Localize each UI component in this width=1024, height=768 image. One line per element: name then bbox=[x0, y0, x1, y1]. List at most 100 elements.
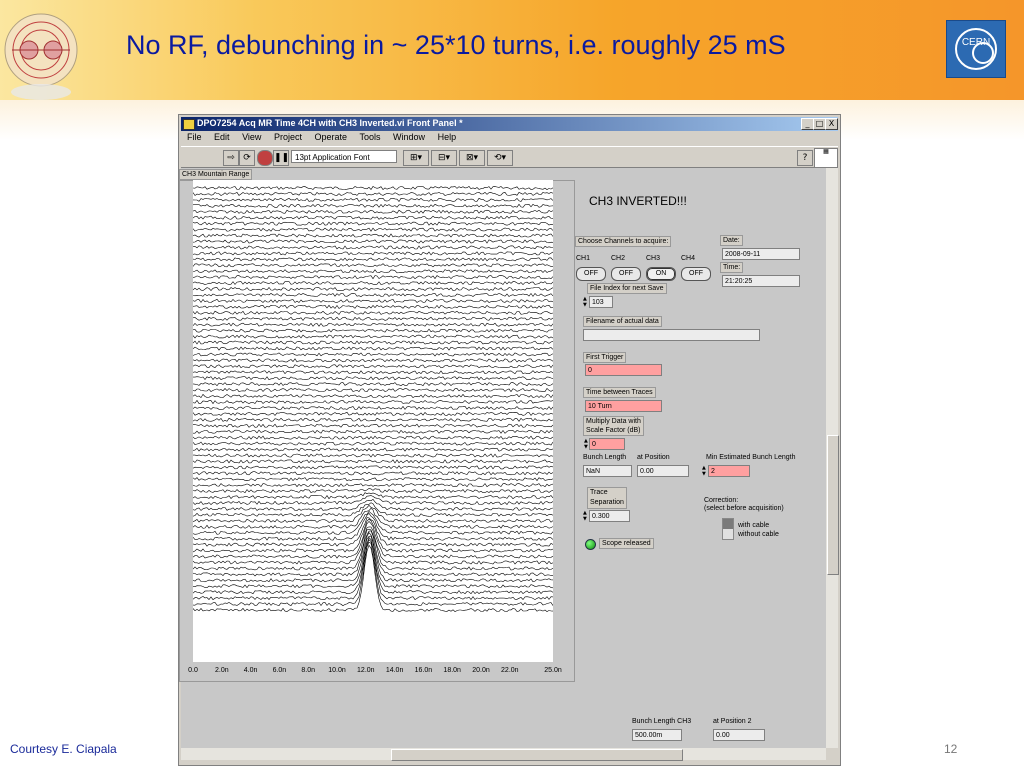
trace-line bbox=[193, 215, 553, 220]
without-cable-label: without cable bbox=[738, 531, 779, 538]
time-label: Time: bbox=[720, 262, 744, 273]
trace-line bbox=[193, 382, 553, 387]
trace-line bbox=[193, 411, 553, 416]
trace-line bbox=[193, 459, 553, 464]
trace-line bbox=[193, 352, 553, 357]
at-position-2-label: at Position 2 bbox=[713, 718, 752, 725]
trace-line bbox=[193, 287, 553, 292]
trace-line bbox=[193, 498, 553, 511]
x-tick-label: 2.0n bbox=[214, 667, 229, 674]
at-position-label: at Position bbox=[637, 454, 670, 461]
correction-slider-knob[interactable] bbox=[723, 519, 733, 529]
slide-title: No RF, debunching in ~ 25*10 turns, i.e.… bbox=[126, 30, 786, 60]
menu-tools[interactable]: Tools bbox=[360, 132, 381, 142]
trace-line bbox=[193, 227, 553, 232]
menu-view[interactable]: View bbox=[242, 132, 261, 142]
vertical-scroll-thumb[interactable] bbox=[827, 435, 839, 575]
trace-line bbox=[193, 197, 553, 203]
first-trigger-label: First Trigger bbox=[583, 352, 627, 363]
pause-icon[interactable]: ❚❚ bbox=[273, 150, 289, 166]
multiply-data-label-line1: Multiply Data with bbox=[586, 418, 641, 425]
ch4-label: CH4 bbox=[681, 255, 696, 262]
trace-separation-label: Trace Separation bbox=[587, 487, 627, 509]
x-tick-label: 22.0n bbox=[501, 667, 519, 674]
multiply-data-field[interactable]: 0 bbox=[589, 438, 625, 450]
trace-line bbox=[193, 435, 553, 440]
file-index-field[interactable]: 103 bbox=[589, 296, 613, 308]
trace-line bbox=[193, 340, 553, 345]
correction-label-line1: Correction: bbox=[704, 497, 739, 504]
window-titlebar[interactable]: DPO7254 Acq MR Time 4CH with CH3 Inverte… bbox=[181, 117, 838, 131]
trace-line bbox=[193, 488, 553, 494]
ch2-toggle-button[interactable]: OFF bbox=[611, 267, 641, 281]
menu-file[interactable]: File bbox=[187, 132, 202, 142]
trace-line bbox=[193, 358, 553, 363]
menu-window[interactable]: Window bbox=[393, 132, 425, 142]
menu-operate[interactable]: Operate bbox=[314, 132, 347, 142]
ch2-label: CH2 bbox=[611, 255, 626, 262]
font-selector[interactable]: 13pt Application Font bbox=[291, 150, 397, 163]
run-arrow-icon[interactable]: ⇨ bbox=[223, 150, 239, 166]
help-icon[interactable]: ? bbox=[797, 150, 813, 166]
trace-line bbox=[193, 483, 553, 488]
menu-help[interactable]: Help bbox=[438, 132, 457, 142]
trace-separation-label-line1: Trace bbox=[590, 489, 608, 496]
x-tick-label: 20.0n bbox=[472, 667, 490, 674]
abort-icon[interactable] bbox=[257, 150, 273, 166]
mountain-range-plot bbox=[193, 180, 553, 662]
min-est-spinner-icon[interactable]: ▲ ▼ bbox=[702, 465, 707, 477]
time-between-traces-label: Time between Traces bbox=[583, 387, 656, 398]
close-button[interactable]: X bbox=[825, 118, 838, 130]
bunch-length-field: NaN bbox=[583, 465, 632, 477]
trace-line bbox=[193, 328, 553, 333]
trace-separation-label-line2: Separation bbox=[590, 499, 624, 506]
trace-line bbox=[193, 292, 553, 297]
correction-slider[interactable] bbox=[722, 518, 734, 540]
distribute-objects-icon[interactable]: ⊟▾ bbox=[431, 150, 457, 166]
multiply-data-label-line2: Scale Factor (dB) bbox=[586, 427, 641, 434]
trace-line bbox=[193, 453, 553, 458]
trace-line bbox=[193, 209, 553, 214]
time-between-traces-field[interactable]: 10 Turn bbox=[585, 400, 662, 412]
ch3-toggle-button[interactable]: ON bbox=[646, 267, 676, 281]
trace-line bbox=[193, 257, 553, 262]
x-tick-label: 14.0n bbox=[385, 667, 404, 674]
resize-objects-icon[interactable]: ⊠▾ bbox=[459, 150, 485, 166]
trace-line bbox=[193, 537, 553, 595]
trace-line bbox=[193, 304, 553, 309]
trace-separation-field[interactable]: 0.300 bbox=[589, 510, 630, 522]
min-est-bunch-length-field[interactable]: 2 bbox=[708, 465, 750, 477]
trace-line bbox=[193, 269, 553, 274]
trace-line bbox=[193, 423, 553, 428]
first-trigger-field[interactable]: 0 bbox=[585, 364, 662, 376]
date-label: Date: bbox=[720, 235, 743, 246]
run-continuous-icon[interactable]: ⟳ bbox=[239, 150, 255, 166]
trace-separation-spinner-icon[interactable]: ▲ ▼ bbox=[583, 510, 588, 522]
toolbar: ⇨ ⟳ ❚❚ 13pt Application Font ⊞▾ ⊟▾ ⊠▾ ⟲▾… bbox=[181, 146, 838, 168]
trace-line bbox=[193, 191, 553, 196]
menu-edit[interactable]: Edit bbox=[214, 132, 230, 142]
ch1-toggle-button[interactable]: OFF bbox=[576, 267, 606, 281]
file-index-spinner-icon[interactable]: ▲ ▼ bbox=[583, 296, 588, 308]
vi-icon bbox=[183, 119, 195, 130]
x-tick-label: 16.0n bbox=[414, 667, 433, 674]
ch4-toggle-button[interactable]: OFF bbox=[681, 267, 711, 281]
align-objects-icon[interactable]: ⊞▾ bbox=[403, 150, 429, 166]
ch3-label: CH3 bbox=[646, 255, 661, 262]
bunch-length-ch3-label: Bunch Length CH3 bbox=[632, 718, 692, 725]
menu-project[interactable]: Project bbox=[274, 132, 302, 142]
x-tick-label: 18.0n bbox=[443, 667, 461, 674]
trace-line bbox=[193, 530, 553, 577]
trace-line bbox=[193, 393, 553, 399]
trace-line bbox=[193, 263, 553, 268]
trace-line bbox=[193, 539, 553, 601]
horizontal-scroll-thumb[interactable] bbox=[391, 749, 683, 761]
reorder-icon[interactable]: ⟲▾ bbox=[487, 150, 513, 166]
cern-logo-text: CERN bbox=[962, 37, 990, 48]
trace-line bbox=[193, 364, 553, 369]
trace-line bbox=[193, 477, 553, 482]
trace-line bbox=[193, 495, 553, 506]
trace-line bbox=[193, 322, 553, 327]
trace-line bbox=[193, 316, 553, 321]
trace-line bbox=[193, 492, 553, 500]
